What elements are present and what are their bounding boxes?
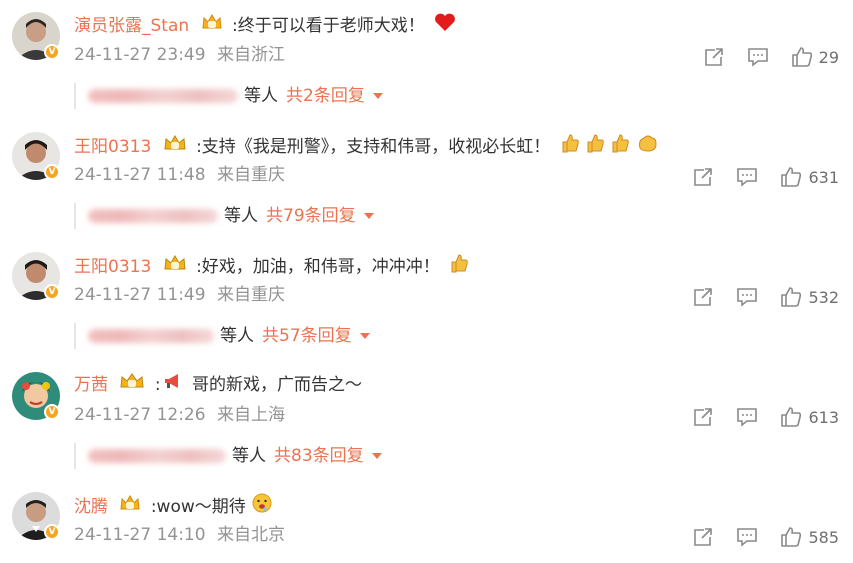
verified-badge-icon: V (44, 404, 60, 420)
comment-location: 来自浙江 (216, 45, 285, 65)
comment-location: 来自上海 (216, 405, 285, 425)
username[interactable]: 演员张露_Stan (74, 16, 189, 36)
share-button[interactable] (692, 527, 714, 547)
comment-text: :好戏，加油，和伟哥，冲冲冲！ (196, 257, 440, 277)
comment-location: 来自重庆 (216, 165, 285, 185)
drool-face-emoji-icon (251, 492, 273, 522)
comment-button[interactable] (736, 287, 758, 307)
reply-suffix: 等人 (220, 326, 254, 346)
reply-summary: 等人 共57条回复 (74, 323, 370, 349)
like-button[interactable]: 532 (780, 287, 839, 307)
like-count: 532 (808, 287, 839, 307)
chevron-down-icon[interactable] (363, 213, 374, 219)
comment-time: 24-11-27 11:49 (74, 285, 206, 305)
thumbs-up-emoji-icon (560, 132, 662, 162)
megaphone-emoji-icon (163, 372, 183, 398)
reply-suffix: 等人 (232, 446, 266, 466)
comment-text: :支持《我是刑警》，支持和伟哥，收视必长虹！ (196, 137, 551, 157)
comment-button[interactable] (747, 47, 769, 67)
crown-icon (163, 134, 187, 160)
reply-total-link[interactable]: 共79条回复 (266, 206, 356, 226)
comment-time: 24-11-27 12:26 (74, 405, 206, 425)
comment-text: 哥的新戏，广而告之～ (191, 375, 362, 395)
comment-button[interactable] (736, 407, 758, 427)
crown-icon (163, 254, 187, 280)
like-count: 631 (808, 167, 839, 187)
like-button[interactable]: 585 (780, 527, 839, 547)
comment-button[interactable] (736, 167, 758, 187)
crown-icon (119, 372, 145, 398)
comment-time: 24-11-27 11:48 (74, 165, 206, 185)
blurred-reply-names (88, 449, 226, 463)
like-count: 613 (808, 407, 839, 427)
like-button[interactable]: 631 (780, 167, 839, 187)
verified-badge-icon: V (44, 524, 60, 540)
crown-icon (201, 13, 223, 39)
like-button[interactable]: 29 (791, 47, 839, 67)
reply-total-link[interactable]: 共83条回复 (274, 446, 364, 466)
share-button[interactable] (692, 407, 714, 427)
share-button[interactable] (692, 167, 714, 187)
reply-suffix: 等人 (244, 86, 278, 106)
like-count: 29 (818, 47, 839, 67)
comment-text: :终于可以看于老师大戏！ (231, 16, 425, 36)
reply-summary: 等人 共79条回复 (74, 203, 374, 229)
username[interactable]: 万茜 (74, 375, 108, 395)
reply-summary: 等人 共83条回复 (74, 443, 382, 469)
heart-emoji-icon (434, 12, 456, 40)
reply-total-link[interactable]: 共2条回复 (286, 86, 365, 106)
like-button[interactable]: 613 (780, 407, 839, 427)
crown-icon (119, 494, 141, 520)
reply-summary: 等人 共2条回复 (74, 83, 383, 109)
username[interactable]: 王阳0313 (74, 257, 151, 277)
comment-location: 来自重庆 (216, 285, 285, 305)
share-button[interactable] (692, 287, 714, 307)
reply-suffix: 等人 (224, 206, 258, 226)
comment-text: :wow～期待 (150, 497, 246, 517)
verified-badge-icon: V (44, 44, 60, 60)
username[interactable]: 沈腾 (74, 497, 108, 517)
comment-time: 24-11-27 14:10 (74, 525, 206, 545)
comment-location: 来自北京 (216, 525, 285, 545)
reply-total-link[interactable]: 共57条回复 (262, 326, 352, 346)
blurred-reply-names (88, 209, 218, 223)
share-button[interactable] (703, 47, 725, 67)
blurred-reply-names (88, 329, 214, 343)
like-count: 585 (808, 527, 839, 547)
comment-button[interactable] (736, 527, 758, 547)
chevron-down-icon[interactable] (371, 453, 382, 459)
chevron-down-icon[interactable] (372, 93, 383, 99)
thumbs-up-emoji-icon (449, 252, 471, 282)
verified-badge-icon: V (44, 164, 60, 180)
comment-time: 24-11-27 23:49 (74, 45, 206, 65)
chevron-down-icon[interactable] (359, 333, 370, 339)
blurred-reply-names (88, 89, 238, 103)
verified-badge-icon: V (44, 284, 60, 300)
username[interactable]: 王阳0313 (74, 137, 151, 157)
